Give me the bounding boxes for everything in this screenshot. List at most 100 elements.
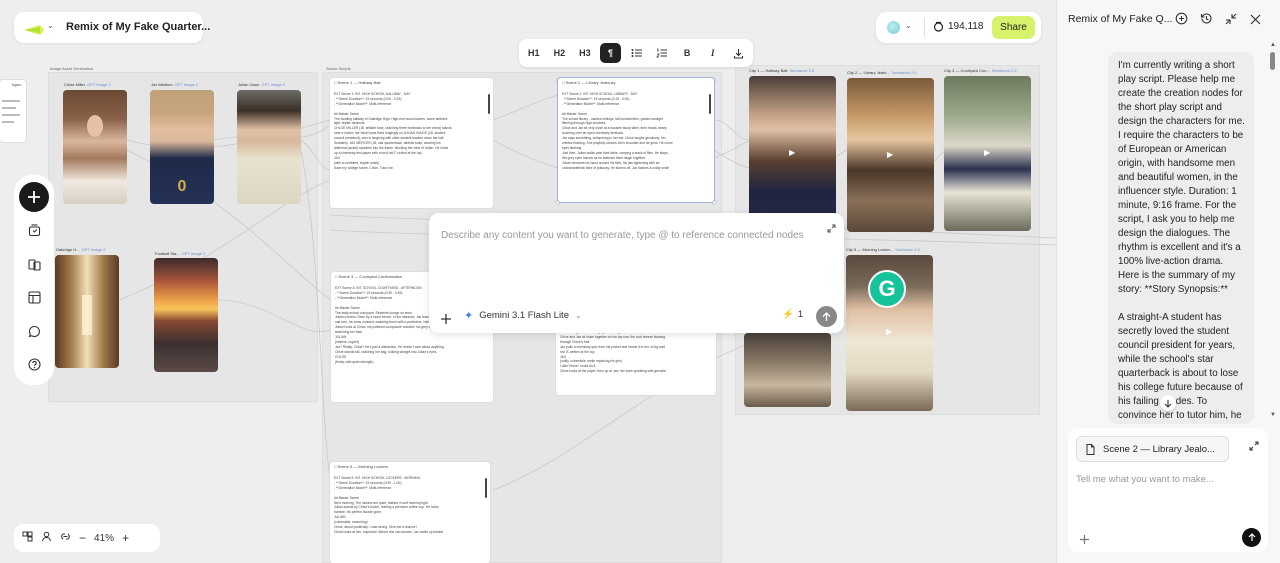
bold-button[interactable]: B — [676, 43, 698, 63]
panel-scrollbar[interactable]: ▲ ▼ — [1270, 42, 1276, 422]
canvas[interactable]: Image Asset Generation Scene Scripts hgs… — [0, 0, 1056, 563]
chat-composer: Scene 2 — Library Jealo... Tell me what … — [1068, 428, 1268, 552]
connect-icon[interactable] — [60, 531, 71, 545]
card-tag: GPT Image 2 — [181, 251, 206, 256]
prompt-box[interactable]: Describe any content you want to generat… — [429, 213, 844, 333]
user-message: I'm currently writing a short play scrip… — [1118, 59, 1246, 423]
card-tag: GPT Image 2 — [261, 82, 286, 87]
clip-tag: Seedance 2.0 — [789, 68, 815, 73]
grammarly-badge-icon[interactable]: G — [868, 270, 906, 308]
history-icon[interactable] — [1200, 12, 1213, 30]
card-name: Julian Gann — [238, 82, 260, 87]
heading-3-button[interactable]: H3 — [574, 43, 596, 63]
clip-name: Clip 3 — Courtyard Con... — [944, 68, 990, 73]
card-header-oakridge: Oakridge H... GPT Image 2 — [56, 245, 120, 254]
clip-name: Clip 1 — Hallway Bait — [749, 68, 788, 73]
heading-2-button[interactable]: H2 — [549, 43, 571, 63]
character-image-julian[interactable] — [237, 90, 301, 204]
app-logo-icon[interactable] — [24, 22, 44, 40]
clip-tag: Seedance 2.0 — [891, 70, 917, 75]
clip-header-3: Clip 3 — Courtyard Con... Seedance 2.0 — [944, 66, 1031, 75]
menu-chevron-icon[interactable]: ⌄ — [47, 21, 54, 30]
italic-button[interactable]: I — [702, 43, 724, 63]
layout-icon[interactable] — [23, 286, 45, 308]
collapse-icon[interactable] — [1225, 12, 1237, 30]
card-tag: GPT Image 2 — [87, 82, 111, 87]
scene-text: breathtaking wash of orange, pink, and g… — [560, 330, 702, 374]
zoom-in-button[interactable]: + — [122, 531, 129, 545]
scene-card-1[interactable]: □ Scene 1 — Hallway Bait EXT Scene 1: IN… — [330, 78, 493, 208]
zoom-level[interactable]: 41% — [94, 533, 114, 544]
fit-view-icon[interactable] — [22, 531, 33, 545]
card-header-football: Football Sta... GPT Image 2 — [155, 249, 219, 258]
heading-1-button[interactable]: H1 — [523, 43, 545, 63]
credits-bar: ⌄ 194,118 Share — [876, 12, 1041, 43]
count-value: 1 — [797, 309, 804, 320]
scene-text: EXT Scene 2: INT. HIGH SCHOOL LIBRARY - … — [562, 92, 700, 171]
expand-composer-icon[interactable] — [1249, 438, 1259, 456]
card-header-chloe: Chloe Miller GPT Image 2 — [64, 80, 128, 89]
card-name: Chloe Miller — [64, 82, 86, 87]
scene-card-5[interactable]: □ Scene 5 — Morning Lockers EXT Scene 5:… — [330, 462, 490, 563]
add-icon[interactable] — [441, 311, 451, 329]
assets-icon[interactable] — [23, 219, 45, 241]
location-image-football-stadium[interactable] — [154, 258, 218, 372]
download-icon[interactable] — [728, 43, 750, 63]
message-paragraph: I'm currently writing a short play scrip… — [1118, 60, 1245, 295]
scene-line: (firmly, with quiet strength) — [335, 359, 374, 364]
share-button[interactable]: Share — [992, 16, 1035, 39]
character-icon[interactable] — [41, 531, 52, 545]
prompt-input[interactable]: Describe any content you want to generat… — [441, 230, 804, 241]
chat-send-button[interactable] — [1242, 528, 1261, 547]
arrow-down-icon — [1164, 399, 1172, 408]
scene-text: EXT Scene 5: INT. HIGH SCHOOL LOCKERS - … — [334, 476, 476, 535]
send-button[interactable] — [816, 306, 837, 327]
chat-input[interactable]: Tell me what you want to make... — [1076, 474, 1214, 485]
clip-tag: Seedance 2.0 — [895, 247, 920, 252]
zoom-out-button[interactable]: − — [79, 531, 86, 545]
clip-video-1[interactable]: ▶ — [749, 76, 836, 230]
help-icon[interactable] — [23, 353, 45, 375]
zoom-bar: − 41% + — [14, 524, 160, 552]
grammarly-letter: G — [878, 276, 896, 301]
scene-scrollbar[interactable] — [485, 478, 487, 498]
gemini-sparkle-icon: ✦ — [464, 310, 474, 322]
chat-icon[interactable] — [23, 320, 45, 342]
paragraph-button[interactable]: ¶ — [599, 43, 622, 63]
account-chevron-icon[interactable]: ⌄ — [905, 21, 912, 30]
clip-video-4[interactable] — [744, 333, 831, 407]
clip-video-3[interactable]: ▶ — [944, 76, 1031, 231]
expand-icon[interactable] — [827, 220, 836, 238]
card-tag: GPT Image 2 — [81, 247, 106, 252]
new-chat-icon[interactable] — [1175, 12, 1188, 30]
panel-title[interactable]: Remix of My Fake Q... — [1068, 13, 1172, 25]
clip-video-2[interactable]: ▶ — [847, 78, 934, 232]
library-icon[interactable] — [23, 253, 45, 275]
close-icon[interactable] — [1250, 12, 1261, 30]
credits-display[interactable]: 194,118 — [933, 21, 983, 32]
user-avatar[interactable] — [887, 21, 900, 34]
credits-icon — [933, 21, 944, 32]
left-toolbar — [14, 175, 54, 385]
format-toolbar: H1 H2 H3 ¶ B I — [519, 39, 753, 67]
attach-icon[interactable] — [1080, 531, 1089, 549]
scene-line: Chloe looks at the paper, then up at Jax… — [560, 369, 667, 374]
scroll-down-button[interactable] — [1160, 395, 1176, 411]
card-tag: GPT Image 2 — [174, 82, 199, 87]
scene-card-2[interactable]: □ Scene 2 — Library Jealousy EXT Scene 2… — [558, 78, 714, 202]
project-title[interactable]: Remix of My Fake Quarter... — [66, 21, 210, 33]
model-selector[interactable]: ✦ Gemini 3.1 Flash Lite ⌄ — [464, 309, 582, 322]
scene-line: Chloe looks at him, surprised. Before sh… — [334, 529, 444, 534]
character-image-chloe[interactable] — [63, 90, 127, 204]
numbered-list-icon[interactable] — [651, 43, 673, 63]
bullet-list-icon[interactable] — [625, 43, 647, 63]
add-node-button[interactable] — [19, 182, 49, 212]
document-icon — [1086, 443, 1095, 455]
character-image-jax[interactable]: 0 — [150, 90, 214, 204]
scene-title: □ Scene 2 — Library Jealousy — [562, 80, 616, 85]
location-image-oakridge-hallway[interactable] — [55, 255, 119, 368]
scene-scrollbar[interactable] — [488, 94, 490, 114]
scene-scrollbar[interactable] — [709, 94, 711, 114]
generation-count[interactable]: ⚡ 1 — [782, 309, 803, 320]
attached-node-chip[interactable]: Scene 2 — Library Jealo... — [1076, 436, 1229, 462]
